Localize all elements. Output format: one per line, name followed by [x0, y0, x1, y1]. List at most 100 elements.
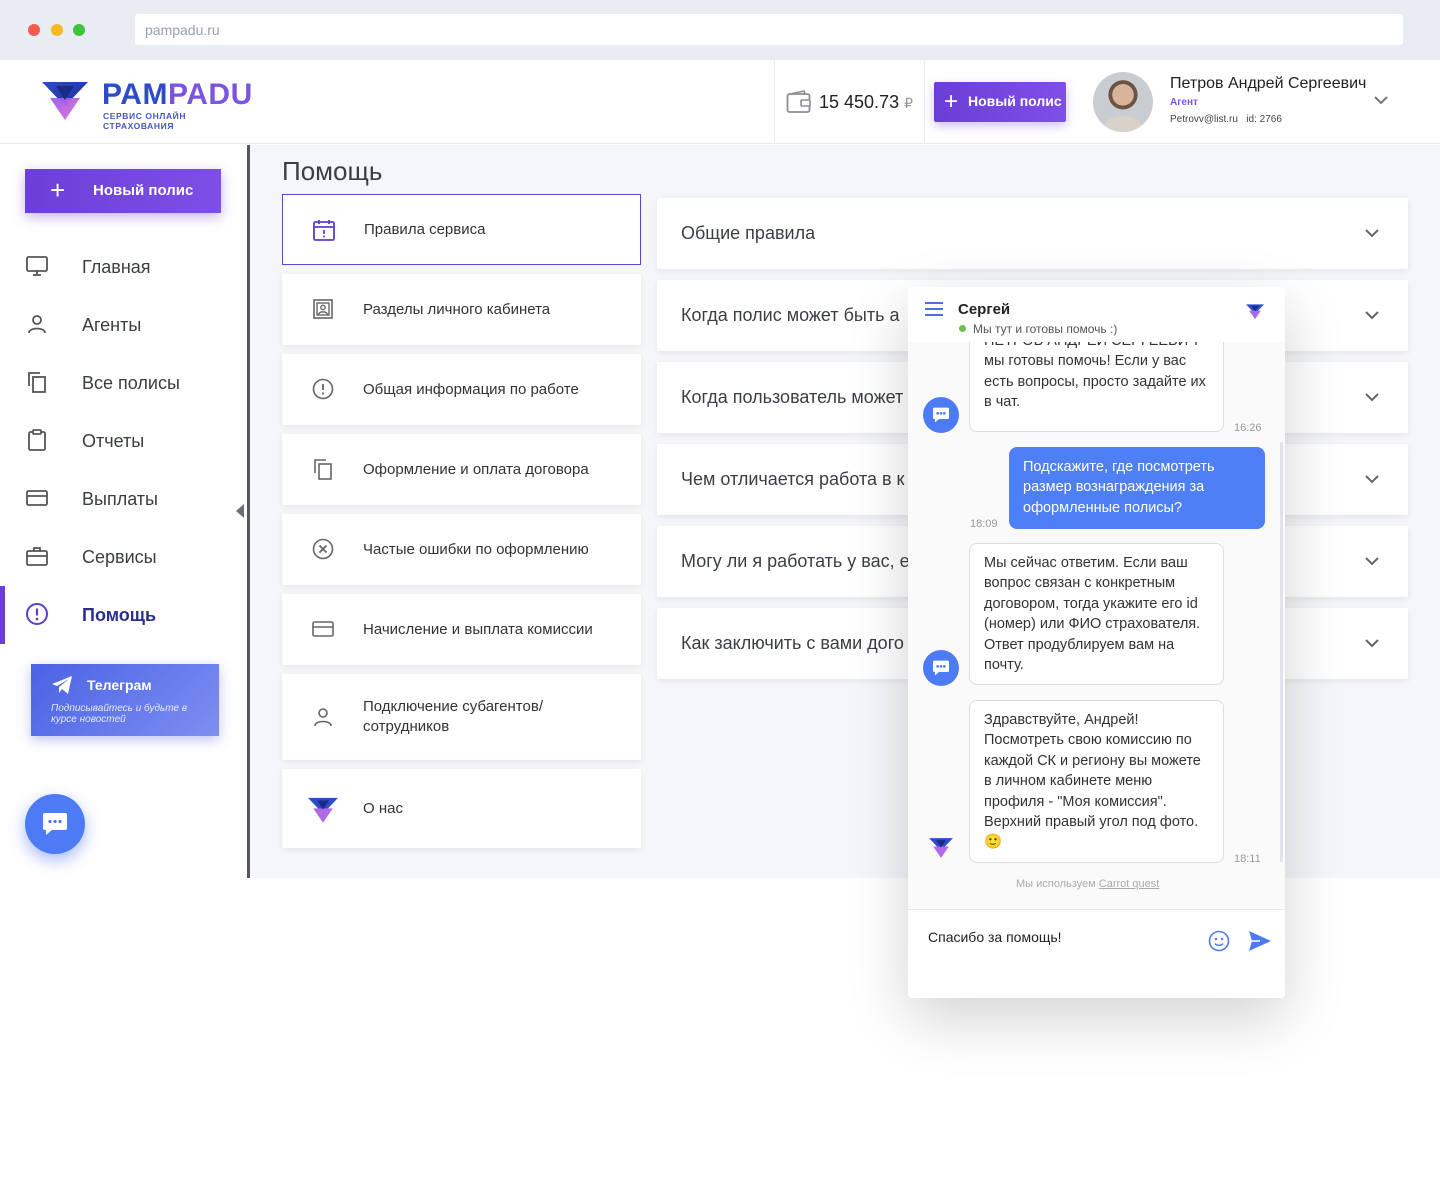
new-policy-label: Новый полис	[93, 182, 194, 199]
help-category-general-info[interactable]: Общая информация по работе	[282, 354, 641, 425]
help-category-label: Оформление и оплата договора	[363, 461, 589, 478]
message-time: 16:26	[1234, 422, 1262, 434]
sidebar-item-home[interactable]: Главная	[0, 238, 248, 296]
help-category-common-errors[interactable]: Частые ошибки по оформлению	[282, 514, 641, 585]
window-close-button[interactable]	[28, 24, 40, 36]
info-circle-icon	[312, 378, 334, 400]
logo-wordmark: PAMPADU	[102, 78, 253, 111]
faq-question: Как заключить с вами дого	[681, 633, 904, 653]
avatar[interactable]	[1093, 72, 1153, 132]
faq-question: Общие правила	[681, 223, 816, 243]
chevron-down-icon	[1365, 393, 1379, 402]
telegram-text: Подписывайтесь и будьте в курсе новостей	[51, 703, 188, 725]
chat-message-bot: ПЕТРОВ АНДРЕЙ СЕРГЕЕВИЧ мы готовы помочь…	[969, 342, 1224, 432]
faq-question: Когда полис может быть а	[681, 305, 900, 325]
chat-composer: Спасибо за помощь!	[908, 909, 1285, 998]
pampadu-logo-icon	[308, 797, 338, 823]
chat-scrollbar[interactable]	[1280, 442, 1283, 862]
pampadu-logo-icon	[42, 82, 88, 120]
credit-card-icon	[26, 490, 48, 506]
chevron-down-icon	[1365, 229, 1379, 238]
help-category-label: Подключение субагентов/ сотрудников	[363, 698, 543, 735]
bot-avatar	[923, 650, 959, 686]
person-icon	[314, 708, 332, 727]
chevron-down-icon	[1365, 475, 1379, 484]
clipboard-icon	[28, 429, 46, 451]
telegram-title: Телеграм	[87, 677, 152, 693]
online-status-dot	[959, 325, 966, 332]
help-category-subagents[interactable]: Подключение субагентов/ сотрудников	[282, 674, 641, 760]
carrot-quest-link[interactable]: Carrot quest	[1099, 878, 1160, 890]
help-category-label: Частые ошибки по оформлению	[363, 541, 589, 558]
chevron-down-icon[interactable]	[1373, 92, 1389, 108]
sidebar-item-label: Сервисы	[82, 547, 157, 567]
address-bar[interactable]: pampadu.ru	[135, 14, 1403, 45]
header-divider	[774, 60, 775, 144]
chat-bubble-icon	[43, 813, 67, 835]
help-category-about[interactable]: О нас	[282, 769, 641, 848]
user-id: id: 2766	[1246, 114, 1282, 125]
chat-status-text: Мы тут и готовы помочь :)	[973, 322, 1118, 336]
menu-icon[interactable]	[925, 302, 943, 316]
telegram-banner[interactable]: Телеграм Подписывайтесь и будьте в курсе…	[31, 664, 219, 736]
monitor-icon	[26, 256, 48, 276]
page-title: Помощь	[282, 156, 383, 186]
help-category-contract-payment[interactable]: Оформление и оплата договора	[282, 434, 641, 505]
sidebar-item-label: Агенты	[82, 315, 142, 335]
chat-message-input[interactable]: Спасибо за помощь!	[928, 929, 1062, 945]
chat-agent-name: Сергей	[958, 301, 1011, 318]
credit-card-icon	[312, 621, 334, 637]
chat-messages: ПЕТРОВ АНДРЕЙ СЕРГЕЕВИЧ мы готовы помочь…	[908, 342, 1285, 909]
help-category-label: О нас	[363, 800, 403, 817]
pampadu-logo[interactable]: PAMPADU СЕРВИС ОНЛАЙН СТРАХОВАНИЯ	[40, 76, 260, 131]
user-role: Агент	[1170, 97, 1198, 108]
chat-widget: Сергей Мы тут и готовы помочь :) ПЕТРОВ …	[908, 287, 1285, 998]
chat-header: Сергей Мы тут и готовы помочь :)	[908, 287, 1285, 342]
faq-item[interactable]: Общие правила	[657, 198, 1408, 269]
window-maximize-button[interactable]	[73, 24, 85, 36]
sidebar-item-agents[interactable]: Агенты	[0, 296, 248, 354]
sidebar-item-help[interactable]: Помощь	[0, 586, 248, 644]
powered-by: Мы используем Carrot quest	[1016, 878, 1160, 890]
chat-message-bot: Мы сейчас ответим. Если ваш вопрос связа…	[969, 543, 1224, 685]
pampadu-logo-icon	[1246, 304, 1264, 320]
window-minimize-button[interactable]	[51, 24, 63, 36]
chat-message-agent: Здравствуйте, Андрей! Посмотреть свою ко…	[969, 700, 1224, 863]
faq-question: Когда пользователь может	[681, 387, 904, 407]
plus-icon: +	[50, 175, 66, 205]
chat-launcher-button[interactable]	[25, 794, 85, 854]
bot-avatar	[923, 397, 959, 433]
sidebar-item-label: Помощь	[82, 605, 157, 625]
chat-bubble-icon	[933, 660, 949, 676]
sidebar-item-reports[interactable]: Отчеты	[0, 412, 248, 470]
emoji-icon[interactable]	[1208, 930, 1230, 952]
chevron-down-icon	[1365, 557, 1379, 566]
header-divider	[924, 60, 925, 144]
copy-icon	[28, 372, 46, 393]
plus-icon: +	[944, 88, 959, 115]
sidebar-new-policy-button[interactable]: + Новый полис	[25, 169, 221, 213]
sidebar-item-services[interactable]: Сервисы	[0, 528, 248, 586]
help-category-label: Разделы личного кабинета	[363, 301, 551, 318]
chat-bubble-icon	[933, 407, 949, 423]
telegram-icon	[52, 676, 72, 694]
sidebar-item-policies[interactable]: Все полисы	[0, 354, 248, 412]
logo-tagline: СЕРВИС ОНЛАЙН СТРАХОВАНИЯ	[103, 111, 187, 131]
send-icon[interactable]	[1248, 930, 1272, 952]
pampadu-logo-icon	[929, 838, 953, 858]
message-time: 18:11	[1234, 853, 1261, 865]
browser-toolbar: pampadu.ru	[0, 0, 1440, 60]
sidebar-item-payouts[interactable]: Выплаты	[0, 470, 248, 528]
wallet-icon	[786, 90, 811, 113]
help-category-cabinet-sections[interactable]: Разделы личного кабинета	[282, 274, 641, 345]
account-balance: 15 450.73 ₽	[819, 92, 914, 112]
faq-question: Могу ли я работать у вас, е	[681, 551, 910, 571]
alert-circle-icon	[26, 603, 48, 625]
help-category-commission[interactable]: Начисление и выплата комиссии	[282, 594, 641, 665]
help-category-label: Начисление и выплата комиссии	[363, 621, 593, 638]
person-icon	[28, 315, 46, 334]
new-policy-button[interactable]: + Новый полис	[934, 82, 1066, 122]
user-meta: Petrovv@list.ru id: 2766	[1170, 114, 1282, 125]
user-email: Petrovv@list.ru	[1170, 114, 1238, 125]
help-category-service-rules[interactable]: Правила сервиса	[282, 194, 641, 265]
